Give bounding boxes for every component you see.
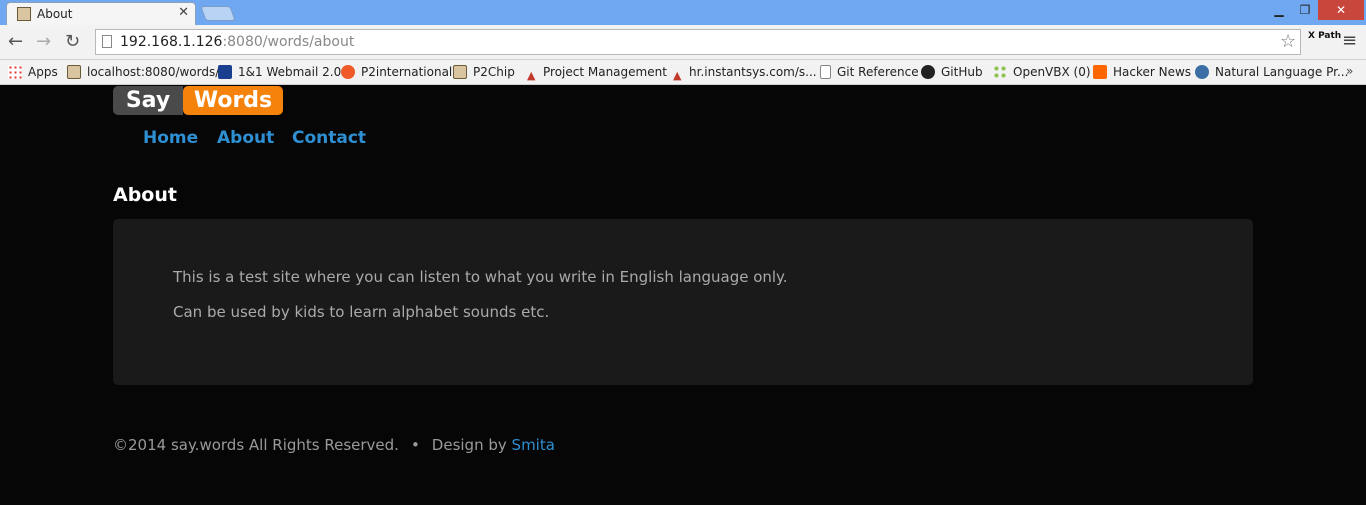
bookmark-label: hr.instantsys.com/s...: [689, 65, 817, 79]
content-panel: This is a test site where you can listen…: [113, 219, 1253, 385]
bookmark-hacker-news[interactable]: Hacker News: [1093, 64, 1191, 81]
url-text[interactable]: 192.168.1.126:8080/words/about: [120, 34, 354, 50]
footer-separator: •: [410, 436, 420, 454]
github-icon: [921, 65, 935, 79]
page-icon: [102, 35, 112, 48]
hacker-news-icon: [1093, 65, 1107, 79]
bookmarks-overflow-icon[interactable]: »: [1346, 64, 1353, 78]
image-favicon-icon: [67, 65, 81, 79]
bookmark-label: P2Chip: [473, 65, 515, 79]
nav-about-link[interactable]: About: [217, 128, 274, 148]
bookmark-localhost[interactable]: localhost:8080/words/: [67, 64, 219, 81]
bookmark-label: 1&1 Webmail 2.0: [238, 65, 342, 79]
url-host: 192.168.1.126: [120, 34, 223, 50]
bookmark-label: GitHub: [941, 65, 983, 79]
bookmark-p2international[interactable]: P2international: [341, 64, 452, 81]
bookmark-hr-instantsys[interactable]: ▲ hr.instantsys.com/s...: [673, 64, 817, 82]
xpath-extension-icon[interactable]: X Path: [1308, 31, 1341, 41]
bookmark-label: Apps: [28, 65, 58, 79]
back-arrow-icon[interactable]: ←: [8, 31, 23, 52]
nav-home-link[interactable]: Home: [143, 128, 198, 148]
bookmark-label: Git Reference: [837, 65, 919, 79]
bookmark-label: Project Management: [543, 65, 667, 79]
reload-icon[interactable]: ↻: [65, 31, 80, 52]
minimize-icon[interactable]: ▁: [1266, 0, 1292, 20]
window-close-icon[interactable]: ✕: [1318, 0, 1364, 20]
bookmark-git-reference[interactable]: Git Reference: [820, 64, 919, 81]
image-favicon-icon: [453, 65, 467, 79]
bookmark-openvbx[interactable]: OpenVBX (0): [993, 64, 1091, 81]
document-icon: [820, 65, 831, 79]
logo-words: Words: [183, 86, 283, 115]
webmail-icon: [218, 65, 232, 79]
browser-tab[interactable]: About ✕: [6, 2, 196, 25]
forward-arrow-icon[interactable]: →: [36, 31, 51, 52]
menu-icon[interactable]: ≡: [1342, 30, 1357, 51]
bookmark-p2chip[interactable]: P2Chip: [453, 64, 515, 81]
pin-icon: ▲: [673, 69, 682, 82]
about-paragraph: Can be used by kids to learn alphabet so…: [173, 303, 550, 321]
browser-toolbar: ← → ↻ 192.168.1.126:8080/words/about ☆ X…: [0, 25, 1366, 60]
restore-icon[interactable]: ❐: [1292, 0, 1318, 20]
page-title: About: [113, 184, 177, 206]
bookmarks-bar: Apps localhost:8080/words/ 1&1 Webmail 2…: [0, 60, 1366, 85]
address-bar[interactable]: 192.168.1.126:8080/words/about ☆: [95, 29, 1301, 55]
about-paragraph: This is a test site where you can listen…: [173, 268, 788, 286]
bookmark-apps[interactable]: Apps: [8, 64, 58, 81]
footer-design-by: Design by: [431, 436, 507, 454]
designer-link[interactable]: Smita: [512, 436, 555, 454]
tab-favicon-icon: [17, 7, 31, 21]
nav-contact-link[interactable]: Contact: [292, 128, 366, 148]
pin-icon: ▲: [527, 69, 536, 82]
footer-copyright: ©2014 say.words All Rights Reserved.: [113, 436, 399, 454]
bookmark-natural-language[interactable]: Natural Language Pr...: [1195, 64, 1348, 81]
p2-icon: [341, 65, 355, 79]
bookmark-label: P2international: [361, 65, 453, 79]
bookmark-label: Hacker News: [1113, 65, 1192, 79]
bookmark-star-icon[interactable]: ☆: [1280, 31, 1296, 52]
footer: ©2014 say.words All Rights Reserved. • Des…: [113, 436, 555, 454]
openvbx-icon: [993, 65, 1007, 79]
tab-title: About: [37, 7, 73, 21]
bookmark-label: Natural Language Pr...: [1215, 65, 1349, 79]
logo-say: Say: [113, 86, 183, 115]
bookmark-project-management[interactable]: ▲ Project Management: [527, 64, 667, 82]
web-page: Say Words Home About Contact About This …: [0, 86, 1366, 505]
new-tab-button[interactable]: [200, 6, 236, 21]
globe-icon: [1195, 65, 1209, 79]
apps-grid-icon: [8, 65, 22, 79]
browser-titlebar: About ✕ ▁ ❐ ✕: [0, 0, 1366, 25]
bookmark-label: OpenVBX (0): [1013, 65, 1091, 79]
bookmark-github[interactable]: GitHub: [921, 64, 983, 81]
bookmark-webmail[interactable]: 1&1 Webmail 2.0: [218, 64, 341, 81]
bookmark-label: localhost:8080/words/: [87, 65, 220, 79]
tab-close-icon[interactable]: ✕: [178, 5, 189, 20]
url-path: :8080/words/about: [222, 34, 355, 50]
